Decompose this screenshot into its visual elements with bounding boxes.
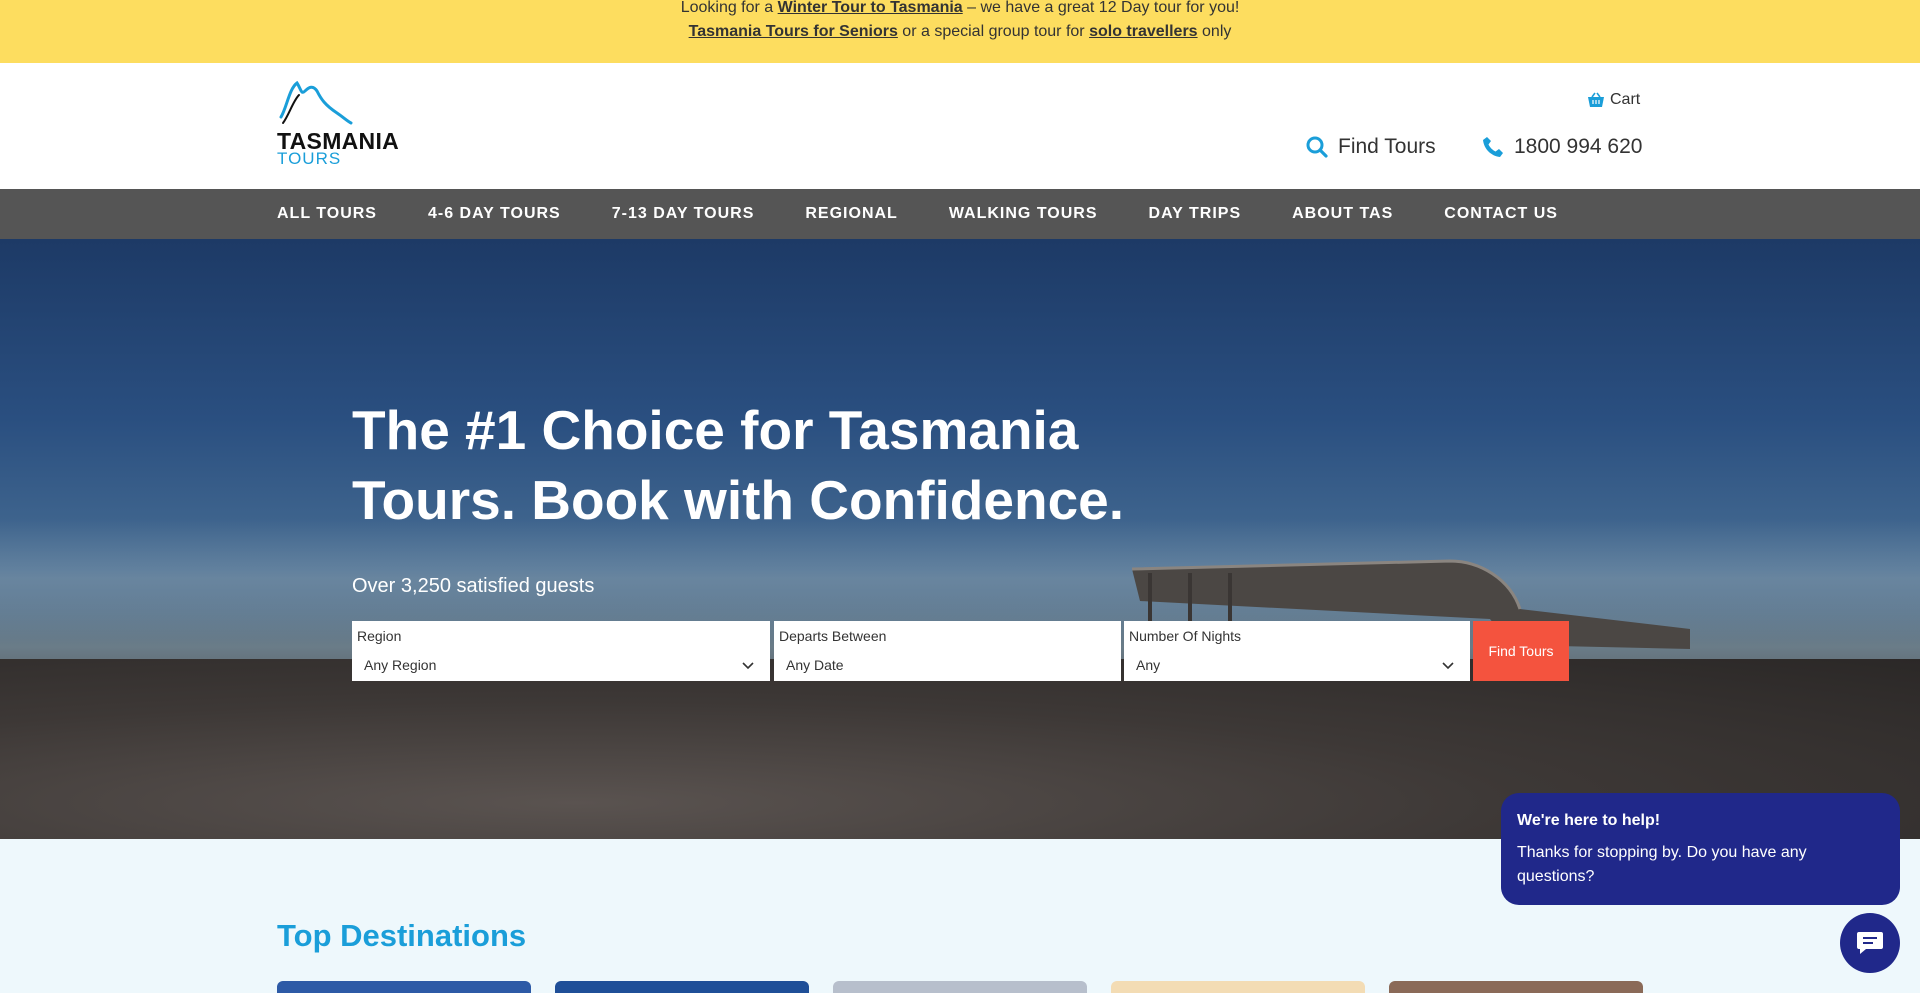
departs-value: Any Date xyxy=(786,657,844,673)
logo-word-tours: TOURS xyxy=(277,149,342,168)
cart-label: Cart xyxy=(1610,91,1641,108)
nav-item-4-6-day-tours[interactable]: 4-6 DAY TOURS xyxy=(428,205,561,223)
announcement-text: Looking for a xyxy=(680,0,778,16)
nav-item-walking-tours[interactable]: WALKING TOURS xyxy=(949,205,1098,223)
announcement-line-1: Looking for a Winter Tour to Tasmania – … xyxy=(0,0,1920,19)
site-header: TASMANIA TOURS Cart Find Tours 1800 994 … xyxy=(0,63,1920,189)
announcement-text: or a special group tour for xyxy=(897,23,1090,40)
mountain-logo-icon xyxy=(279,80,353,125)
nav-item-7-13-day-tours[interactable]: 7-13 DAY TOURS xyxy=(612,205,755,223)
solo-travellers-link[interactable]: solo travellers xyxy=(1089,23,1198,40)
basket-icon xyxy=(1588,92,1604,107)
chat-popup[interactable]: We're here to help! Thanks for stopping … xyxy=(1501,793,1900,905)
chat-title: We're here to help! xyxy=(1517,812,1661,829)
departs-between-field[interactable]: Departs Between Any Date xyxy=(774,621,1121,681)
top-destinations-heading: Top Destinations xyxy=(277,918,527,953)
chat-launcher-button[interactable] xyxy=(1840,913,1900,973)
announcement-text: – we have a great 12 Day tour for you! xyxy=(962,0,1240,16)
announcement-bar: Looking for a Winter Tour to Tasmania – … xyxy=(0,0,1920,63)
nights-label: Number Of Nights xyxy=(1129,628,1242,644)
nav-item-about-tas[interactable]: ABOUT TAS xyxy=(1292,205,1393,223)
hero-headline: The #1 Choice for Tasmania Tours. Book w… xyxy=(352,399,1125,531)
guests-count: Over 3,250 satisfied guests xyxy=(352,575,595,597)
nights-value: Any xyxy=(1136,657,1161,673)
destination-card[interactable] xyxy=(555,981,809,993)
destination-card[interactable] xyxy=(1389,981,1643,993)
winter-tour-link[interactable]: Winter Tour to Tasmania xyxy=(778,0,963,16)
nav-item-all-tours[interactable]: ALL TOURS xyxy=(277,205,377,223)
chevron-down-icon xyxy=(742,662,754,670)
hero-banner: The #1 Choice for Tasmania Tours. Book w… xyxy=(0,239,1920,839)
destination-card[interactable] xyxy=(277,981,531,993)
cart-link[interactable]: Cart xyxy=(1587,91,1640,109)
destination-card[interactable] xyxy=(1111,981,1365,993)
announcement-text: only xyxy=(1197,23,1232,40)
region-value: Any Region xyxy=(364,657,437,673)
chat-message: Thanks for stopping by. Do you have any … xyxy=(1517,844,1807,885)
find-tours-link[interactable]: Find Tours xyxy=(1306,135,1436,159)
site-logo[interactable]: TASMANIA TOURS xyxy=(277,79,399,169)
chat-bubble-icon xyxy=(1857,932,1883,954)
phone-number: 1800 994 620 xyxy=(1514,135,1643,158)
departs-label: Departs Between xyxy=(779,628,887,644)
find-tours-label: Find Tours xyxy=(1338,135,1436,158)
phone-link[interactable]: 1800 994 620 xyxy=(1482,135,1642,159)
main-nav: ALL TOURS 4-6 DAY TOURS 7-13 DAY TOURS R… xyxy=(0,189,1920,239)
chevron-down-icon xyxy=(1442,662,1454,670)
destination-card[interactable] xyxy=(833,981,1087,993)
phone-icon xyxy=(1483,137,1503,157)
find-tours-button[interactable]: Find Tours xyxy=(1473,621,1569,681)
region-label: Region xyxy=(357,628,402,644)
region-select[interactable]: Region Any Region xyxy=(352,621,770,681)
nav-item-day-trips[interactable]: DAY TRIPS xyxy=(1149,205,1242,223)
nav-item-contact-us[interactable]: CONTACT US xyxy=(1444,205,1558,223)
nav-item-regional[interactable]: REGIONAL xyxy=(805,205,897,223)
search-icon xyxy=(1306,136,1328,158)
seniors-tours-link[interactable]: Tasmania Tours for Seniors xyxy=(689,23,898,40)
announcement-line-2: Tasmania Tours for Seniors or a special … xyxy=(0,20,1920,43)
nights-select[interactable]: Number Of Nights Any xyxy=(1124,621,1470,681)
